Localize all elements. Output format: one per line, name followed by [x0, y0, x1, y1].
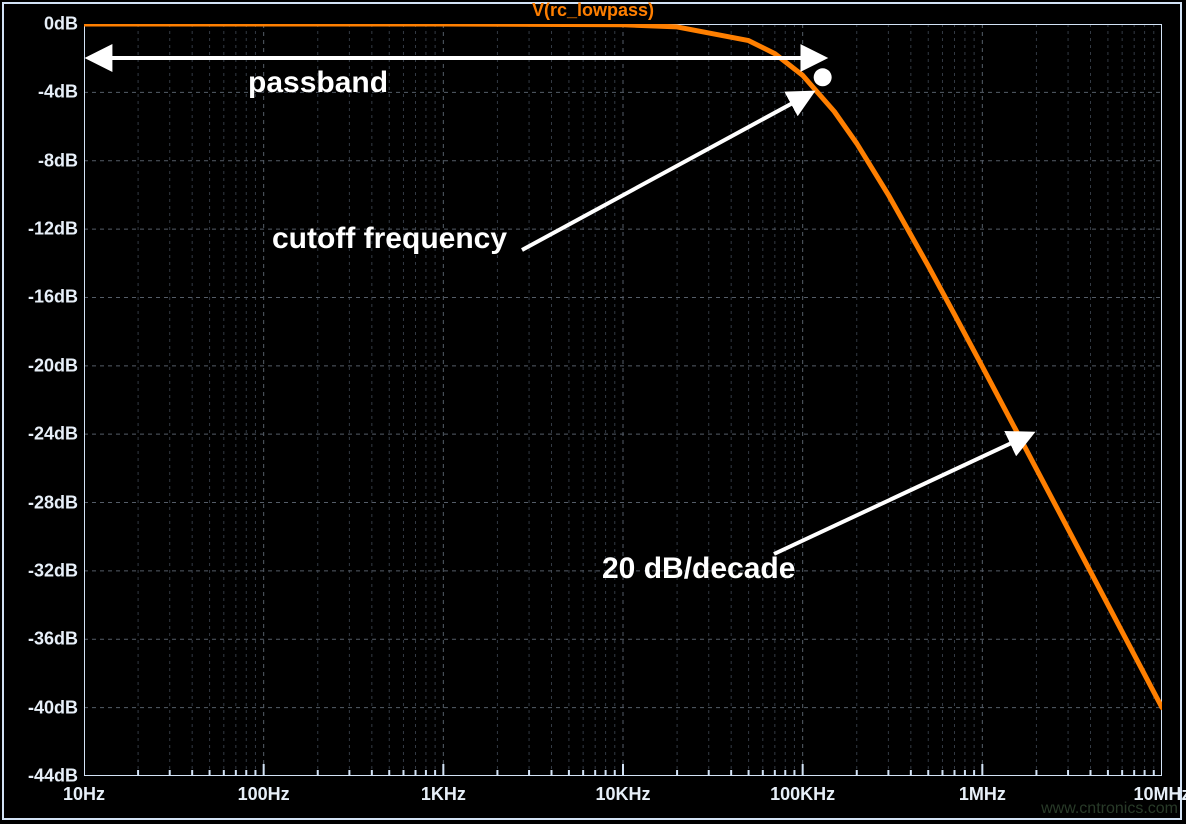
- y-tick-label: 0dB: [0, 14, 78, 35]
- x-tick-label: 10KHz: [595, 784, 650, 805]
- x-tick-label: 1KHz: [421, 784, 466, 805]
- annotation-slope: 20 dB/decade: [602, 552, 795, 586]
- trace-title: V(rc_lowpass): [0, 0, 1186, 21]
- y-tick-label: -16dB: [0, 287, 78, 308]
- x-tick-label: 100KHz: [770, 784, 835, 805]
- y-tick-label: -8dB: [0, 150, 78, 171]
- x-axis-ticks: 10Hz100Hz1KHz10KHz100KHz1MHz10MHz: [84, 776, 1162, 816]
- y-tick-label: -20dB: [0, 355, 78, 376]
- watermark: www.cntronics.com: [1041, 800, 1178, 818]
- x-tick-label: 100Hz: [238, 784, 290, 805]
- y-tick-label: -24dB: [0, 424, 78, 445]
- y-tick-label: -32dB: [0, 560, 78, 581]
- annotation-passband: passband: [248, 66, 388, 100]
- plot-area: [84, 24, 1162, 776]
- y-tick-label: -12dB: [0, 219, 78, 240]
- plot-svg: [84, 24, 1162, 776]
- y-tick-label: -4dB: [0, 82, 78, 103]
- x-tick-label: 10Hz: [63, 784, 105, 805]
- cutoff-marker: [814, 68, 832, 86]
- y-tick-label: -36dB: [0, 629, 78, 650]
- y-tick-label: -40dB: [0, 697, 78, 718]
- annotation-cutoff: cutoff frequency: [272, 222, 507, 256]
- x-tick-label: 1MHz: [959, 784, 1006, 805]
- y-axis-ticks: 0dB-4dB-8dB-12dB-16dB-20dB-24dB-28dB-32d…: [0, 24, 82, 776]
- y-tick-label: -28dB: [0, 492, 78, 513]
